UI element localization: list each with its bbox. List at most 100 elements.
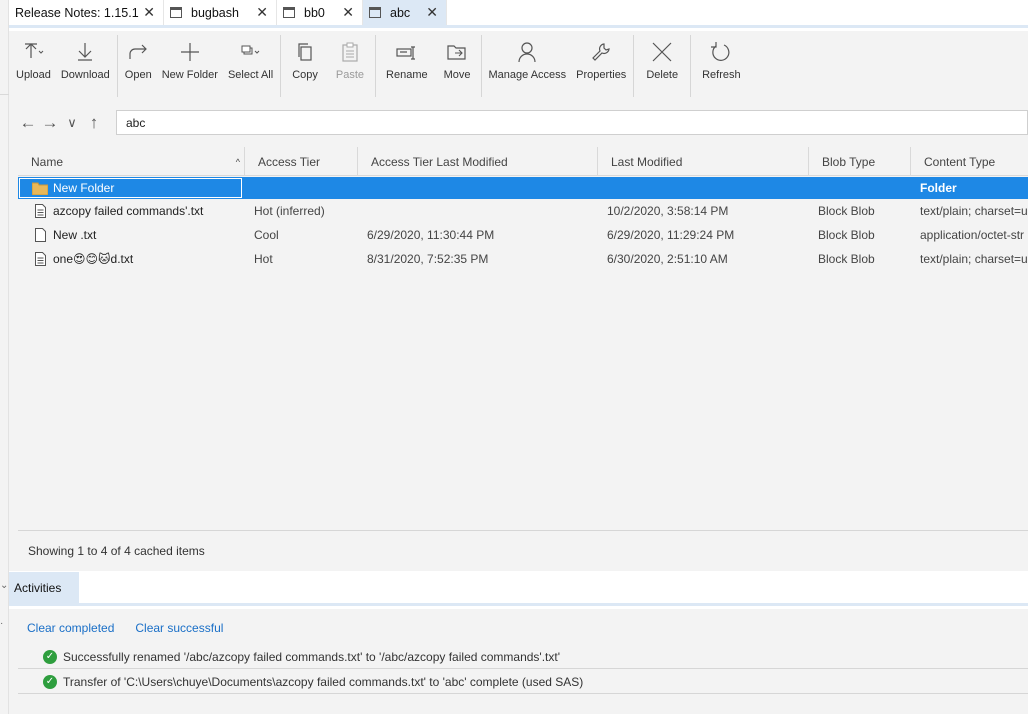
new-folder-label: New Folder: [161, 69, 218, 81]
last-modified-cell: 10/2/2020, 3:58:14 PM: [607, 204, 729, 218]
table-row[interactable]: New .txt Cool 6/29/2020, 11:30:44 PM 6/2…: [18, 223, 1028, 247]
paste-button[interactable]: Paste: [327, 35, 373, 97]
new-folder-button[interactable]: New Folder: [157, 35, 223, 97]
nav-buttons: ← → ∨ ↑: [9, 113, 116, 133]
access-tier-cell: [243, 177, 358, 199]
manage-access-label: Manage Access: [488, 69, 567, 81]
blob-table: Name ^ Access Tier Access Tier Last Modi…: [18, 147, 1028, 271]
folder-icon: [32, 182, 48, 195]
delete-button[interactable]: Delete: [636, 35, 688, 97]
forward-arrow-icon[interactable]: →: [41, 113, 59, 133]
navigation-bar: ← → ∨ ↑ abc: [9, 109, 1028, 136]
item-count-text: Showing 1 to 4 of 4 cached items: [28, 543, 205, 558]
toolbar-group-organize: Rename Move: [376, 35, 482, 97]
refresh-button[interactable]: Refresh: [693, 35, 750, 97]
left-gutter: ⌄ ·: [0, 0, 9, 714]
gutter-divider: [0, 94, 9, 95]
text-file-icon: [32, 204, 48, 218]
tab-bugbash[interactable]: bugbash ✕: [164, 0, 277, 25]
clear-successful-link[interactable]: Clear successful: [135, 621, 223, 635]
tab-label: bb0: [304, 5, 325, 20]
toolbar-group-transfer: Upload Download: [9, 35, 118, 97]
manage-access-button[interactable]: Manage Access: [484, 35, 572, 97]
storage-container-icon: [283, 7, 295, 18]
activities-actions: Clear completed Clear successful: [27, 621, 223, 635]
paste-icon: [342, 42, 358, 62]
blank-file-icon: [32, 228, 48, 242]
activity-text: Successfully renamed '/abc/azcopy failed…: [63, 649, 561, 664]
select-all-label: Select All: [227, 69, 274, 81]
column-header-name[interactable]: Name ^: [18, 147, 245, 176]
text-file-icon: [32, 252, 48, 266]
tab-bb0[interactable]: bb0 ✕: [277, 0, 363, 25]
content-type-cell: text/plain; charset=u: [920, 252, 1028, 266]
recent-locations-chevron-icon[interactable]: ∨: [63, 115, 81, 131]
activity-item[interactable]: ✓ Successfully renamed '/abc/azcopy fail…: [18, 645, 1028, 669]
toolbar-group-clipboard: Copy Paste: [281, 35, 377, 97]
move-icon: [447, 45, 466, 60]
column-header-blob-type[interactable]: Blob Type: [809, 147, 911, 176]
tab-bar: Release Notes: 1.15.1 ✕ bugbash ✕ bb0 ✕ …: [9, 0, 1028, 28]
column-header-access-tier[interactable]: Access Tier: [245, 147, 358, 176]
tab-abc[interactable]: abc ✕: [363, 0, 447, 25]
refresh-icon: [711, 42, 730, 61]
close-icon[interactable]: ✕: [342, 4, 354, 21]
toolbar-group-access: Manage Access Properties: [482, 35, 635, 97]
clear-completed-link[interactable]: Clear completed: [27, 621, 114, 635]
up-arrow-icon[interactable]: ↑: [85, 113, 103, 133]
paste-label: Paste: [335, 69, 365, 81]
rename-label: Rename: [386, 69, 428, 81]
download-icon: [78, 43, 93, 61]
tab-release-notes[interactable]: Release Notes: 1.15.1 ✕: [9, 0, 164, 25]
blob-type-cell: [809, 177, 911, 199]
table-row[interactable]: New Folder Folder: [18, 177, 1028, 199]
last-modified-cell: 6/29/2020, 11:29:24 PM: [607, 228, 735, 242]
column-header-last-modified[interactable]: Last Modified: [598, 147, 809, 176]
open-button[interactable]: Open: [120, 35, 157, 97]
upload-button[interactable]: Upload: [11, 35, 56, 97]
toolbar: Upload Download Open New Folder Select A…: [9, 35, 752, 97]
success-check-icon: ✓: [43, 674, 57, 689]
rename-button[interactable]: Rename: [378, 35, 436, 97]
properties-button[interactable]: Properties: [571, 35, 631, 97]
name-cell[interactable]: New Folder: [18, 177, 243, 199]
close-icon[interactable]: ✕: [143, 4, 155, 21]
back-arrow-icon[interactable]: ←: [19, 113, 37, 133]
name-cell[interactable]: one😍😊🐱d.txt: [18, 247, 245, 271]
close-icon[interactable]: ✕: [256, 4, 268, 21]
move-button[interactable]: Move: [436, 35, 479, 97]
person-icon: [518, 42, 536, 63]
name-cell[interactable]: azcopy failed commands'.txt: [18, 199, 245, 223]
activities-panel: Clear completed Clear successful ✓ Succe…: [9, 609, 1028, 714]
column-header-access-tier-last-modified[interactable]: Access Tier Last Modified: [358, 147, 598, 176]
activity-item[interactable]: ✓ Transfer of 'C:\Users\chuye\Documents\…: [18, 670, 1028, 694]
tier-modified-cell: 6/29/2020, 11:30:44 PM: [367, 228, 495, 242]
plus-icon: [180, 43, 199, 61]
copy-icon: [298, 43, 312, 61]
path-value: abc: [126, 115, 146, 130]
delete-icon: [652, 42, 672, 62]
copy-label: Copy: [292, 69, 318, 81]
last-modified-cell: [598, 177, 809, 199]
toolbar-group-refresh: Refresh: [691, 35, 752, 97]
close-icon[interactable]: ✕: [426, 4, 438, 21]
status-bar: Showing 1 to 4 of 4 cached items: [18, 530, 1028, 570]
table-row[interactable]: one😍😊🐱d.txt Hot 8/31/2020, 7:52:35 PM 6/…: [18, 247, 1028, 271]
table-row[interactable]: azcopy failed commands'.txt Hot (inferre…: [18, 199, 1028, 223]
tab-activities[interactable]: Activities: [9, 572, 79, 603]
blob-type-cell: Block Blob: [818, 252, 875, 266]
upload-icon: [25, 43, 44, 58]
path-input[interactable]: abc: [116, 110, 1028, 135]
toolbar-group-delete: Delete: [634, 35, 692, 97]
rename-icon: [396, 46, 415, 60]
tier-modified-cell: [358, 199, 598, 223]
column-header-content-type[interactable]: Content Type: [911, 147, 1028, 176]
tier-modified-cell: [358, 177, 598, 199]
properties-label: Properties: [576, 69, 627, 81]
download-button[interactable]: Download: [56, 35, 115, 97]
refresh-label: Refresh: [702, 69, 741, 81]
gutter-chevron-icon[interactable]: ⌄: [0, 580, 8, 591]
name-cell[interactable]: New .txt: [18, 223, 245, 247]
copy-button[interactable]: Copy: [283, 35, 327, 97]
select-all-button[interactable]: Select All: [223, 35, 278, 97]
